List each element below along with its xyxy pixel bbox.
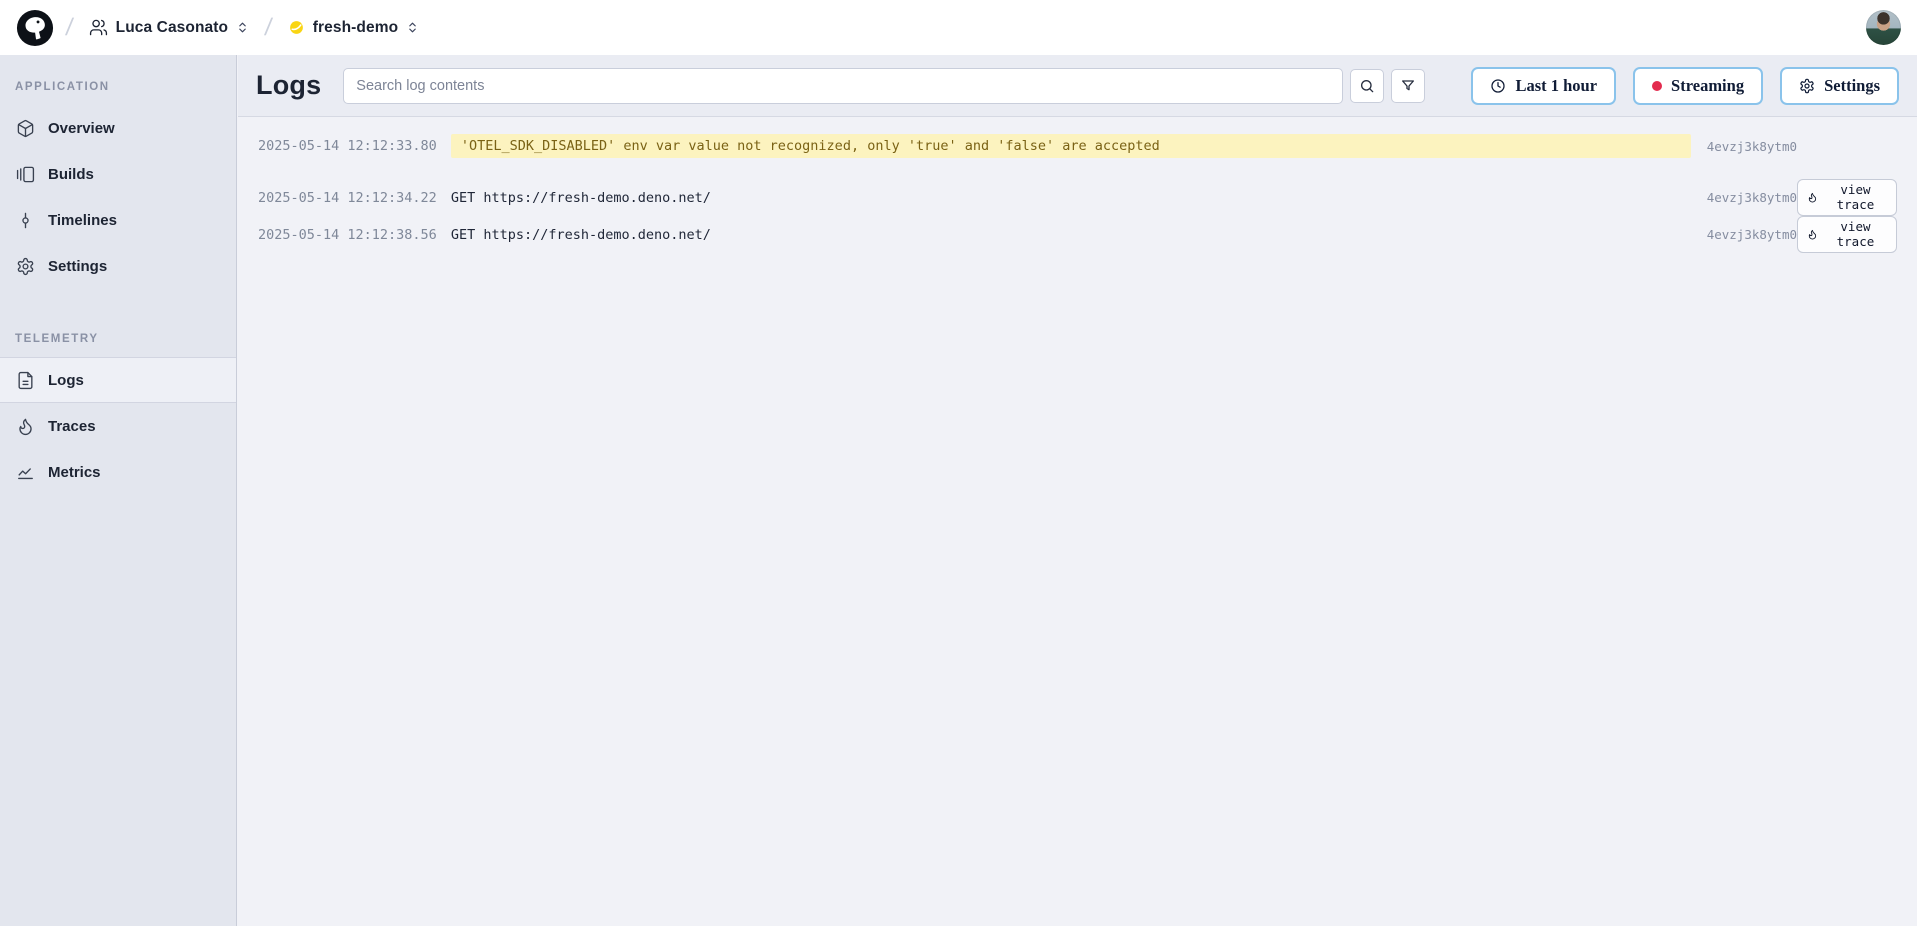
sidebar-item-label: Settings — [48, 258, 107, 275]
time-range-label: Last 1 hour — [1515, 76, 1597, 96]
breadcrumb-separator: / — [64, 14, 75, 42]
sidebar-item-label: Traces — [48, 418, 96, 435]
file-text-icon — [16, 371, 35, 390]
commit-icon — [16, 211, 35, 230]
flame-icon — [16, 417, 35, 436]
log-timestamp: 2025-05-14 12:12:34.22 — [258, 190, 437, 206]
sidebar-item-builds[interactable]: Builds — [0, 151, 236, 197]
breadcrumb-team-selector[interactable]: Luca Casonato — [85, 12, 253, 43]
log-settings-label: Settings — [1824, 76, 1880, 96]
toolbar-button-group: Last 1 hour Streaming Settings — [1471, 67, 1899, 105]
user-avatar[interactable] — [1866, 10, 1901, 45]
clock-icon — [1490, 78, 1506, 94]
time-range-button[interactable]: Last 1 hour — [1471, 67, 1616, 105]
gear-icon — [16, 257, 35, 276]
top-navbar: / Luca Casonato / fresh-demo — [0, 0, 1917, 55]
flame-icon — [1807, 228, 1818, 241]
log-message-warning: 'OTEL_SDK_DISABLED' env var value not re… — [451, 134, 1691, 158]
breadcrumb-project-selector[interactable]: fresh-demo — [284, 13, 423, 43]
view-trace-slot: view trace — [1797, 216, 1897, 253]
breadcrumb-separator: / — [263, 14, 274, 42]
sidebar: APPLICATION Overview Builds Timelines Se… — [0, 55, 237, 926]
page-title: Logs — [256, 70, 321, 101]
streaming-dot-icon — [1652, 81, 1662, 91]
sidebar-section-telemetry: TELEMETRY — [0, 289, 236, 357]
streaming-label: Streaming — [1671, 76, 1744, 96]
sidebar-item-settings[interactable]: Settings — [0, 243, 236, 289]
chevrons-up-down-icon — [236, 21, 249, 34]
sidebar-section-application: APPLICATION — [0, 55, 236, 105]
trace-id: 4evzj3k8ytm0 — [1707, 190, 1797, 205]
view-trace-label: view trace — [1824, 219, 1887, 249]
flame-icon — [1807, 191, 1818, 204]
log-list: 2025-05-14 12:12:33.80 'OTEL_SDK_DISABLE… — [238, 117, 1917, 253]
log-settings-button[interactable]: Settings — [1780, 67, 1899, 105]
project-name: fresh-demo — [313, 19, 398, 37]
sidebar-item-metrics[interactable]: Metrics — [0, 449, 236, 495]
streaming-button[interactable]: Streaming — [1633, 67, 1763, 105]
sidebar-item-timelines[interactable]: Timelines — [0, 197, 236, 243]
log-row[interactable]: 2025-05-14 12:12:38.56 GET https://fresh… — [238, 216, 1917, 253]
team-name: Luca Casonato — [116, 19, 228, 37]
trace-id: 4evzj3k8ytm0 — [1707, 139, 1797, 154]
sidebar-item-overview[interactable]: Overview — [0, 105, 236, 151]
search-button[interactable] — [1350, 69, 1384, 103]
log-row[interactable]: 2025-05-14 12:12:34.22 GET https://fresh… — [238, 179, 1917, 216]
search-icon — [1359, 78, 1375, 94]
fresh-lemon-icon — [288, 19, 305, 36]
log-message: GET https://fresh-demo.deno.net/ — [451, 227, 1691, 243]
trend-line-icon — [16, 463, 35, 482]
main-content: Logs Last 1 hour Streaming — [238, 55, 1917, 926]
panels-icon — [16, 165, 35, 184]
sidebar-item-label: Overview — [48, 120, 115, 137]
gear-icon — [1799, 78, 1815, 94]
chevrons-up-down-icon — [406, 21, 419, 34]
cube-icon — [16, 119, 35, 138]
logs-toolbar: Logs Last 1 hour Streaming — [238, 55, 1917, 117]
log-timestamp: 2025-05-14 12:12:33.80 — [258, 138, 437, 154]
search-input[interactable] — [343, 68, 1343, 104]
log-timestamp: 2025-05-14 12:12:38.56 — [258, 227, 437, 243]
sidebar-item-label: Timelines — [48, 212, 117, 229]
view-trace-slot: view trace — [1797, 179, 1897, 216]
view-trace-button[interactable]: view trace — [1797, 179, 1897, 216]
sidebar-item-traces[interactable]: Traces — [0, 403, 236, 449]
log-message: GET https://fresh-demo.deno.net/ — [451, 190, 1691, 206]
sidebar-item-label: Builds — [48, 166, 94, 183]
view-trace-label: view trace — [1824, 182, 1887, 212]
sidebar-item-label: Logs — [48, 372, 84, 389]
sidebar-item-label: Metrics — [48, 464, 101, 481]
log-row[interactable]: 2025-05-14 12:12:33.80 'OTEL_SDK_DISABLE… — [238, 132, 1917, 160]
deno-logo-icon[interactable] — [16, 9, 54, 47]
view-trace-button[interactable]: view trace — [1797, 216, 1897, 253]
sidebar-item-logs[interactable]: Logs — [0, 357, 236, 403]
filter-funnel-icon — [1400, 78, 1416, 94]
users-icon — [89, 18, 108, 37]
trace-id: 4evzj3k8ytm0 — [1707, 227, 1797, 242]
filter-button[interactable] — [1391, 69, 1425, 103]
